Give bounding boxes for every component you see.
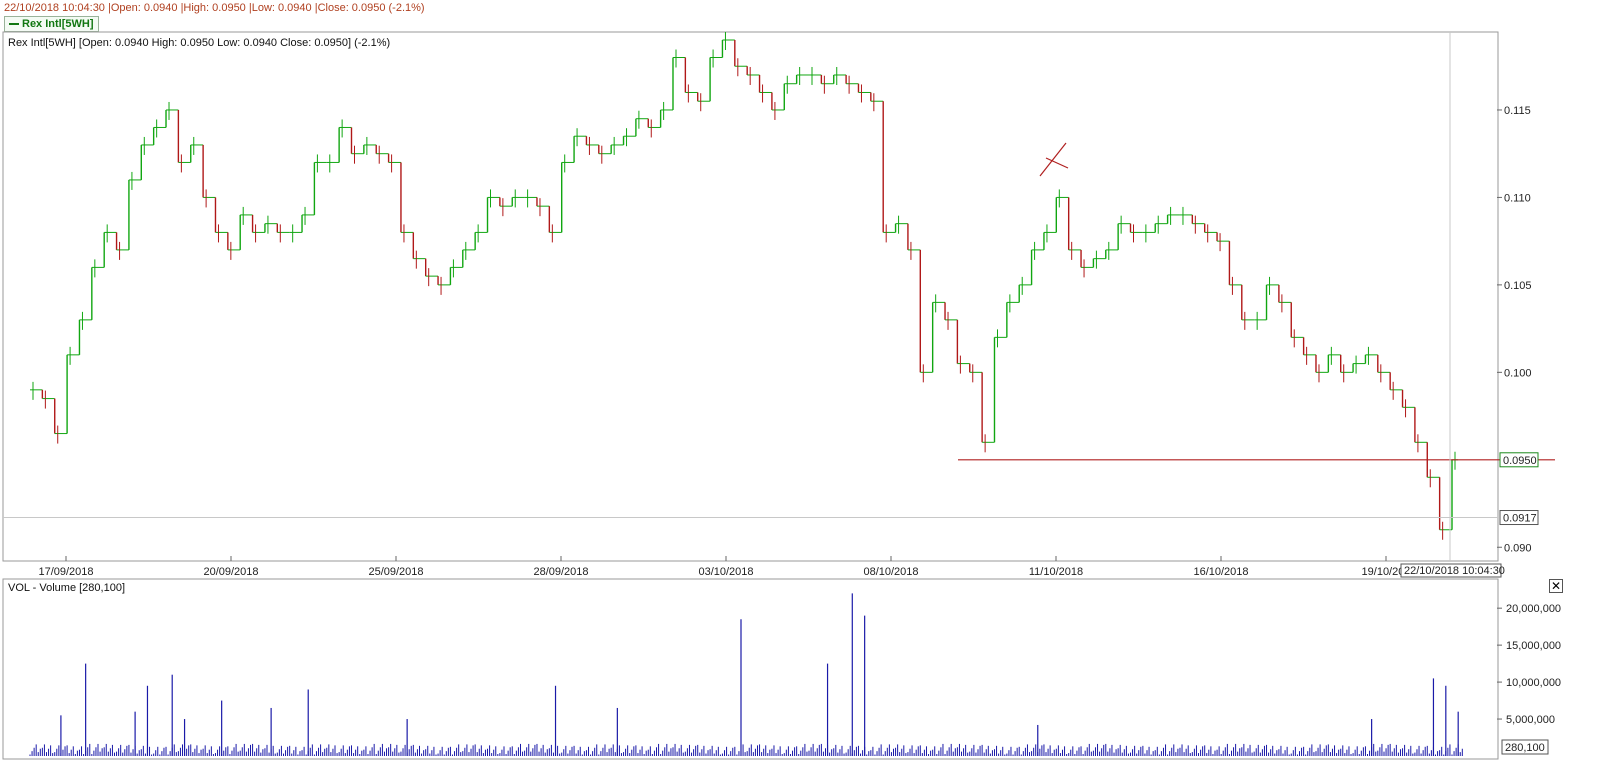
price-series: [30, 32, 1458, 540]
last-volume-label: 280,100: [1505, 742, 1545, 754]
volume-tick-label: 15,000,000: [1506, 640, 1561, 652]
last-price-label: 0.0950: [1503, 455, 1537, 467]
price-pane-frame: [2, 31, 1499, 562]
time-tick-label: 11/10/2018: [1029, 566, 1083, 578]
volume-series: [29, 593, 1463, 756]
price-tick-label: 0.090: [1504, 542, 1532, 554]
annotation-mark: [1039, 142, 1067, 177]
time-tick-label: 03/10/2018: [698, 566, 753, 578]
time-tick-label: 25/09/2018: [368, 566, 423, 578]
volume-pane-title: VOL - Volume [280,100]: [8, 582, 125, 594]
volume-tick-label: 5,000,000: [1506, 714, 1555, 726]
chart-canvas[interactable]: Rex Intl[5WH] [Open: 0.0940 High: 0.0950…: [0, 0, 1600, 784]
cursor-time-label: 22/10/2018 10:04:30: [1404, 565, 1505, 577]
volume-tick-label: 20,000,000: [1506, 603, 1561, 615]
price-tick-label: 0.115: [1504, 105, 1531, 117]
volume-tick-label: 10,000,000: [1506, 677, 1561, 689]
price-overlays: 0.0950 0.0917 22/10/2018 10:04:30: [3, 32, 1555, 578]
annotation-mark: [1045, 157, 1069, 169]
price-axis: 0.115 0.110 0.105 0.100 0.090: [1497, 105, 1532, 554]
time-axis: 17/09/2018 20/09/2018 25/09/2018 28/09/2018…: [38, 556, 1410, 578]
price-tick-label: 0.110: [1504, 192, 1531, 204]
price-pane-title: Rex Intl[5WH] [Open: 0.0940 High: 0.0950…: [8, 37, 390, 49]
close-pane-button[interactable]: ✕: [1549, 579, 1563, 593]
cursor-price-label: 0.0917: [1503, 513, 1537, 525]
price-tick-label: 0.105: [1504, 280, 1532, 292]
time-tick-label: 17/09/2018: [38, 566, 93, 578]
volume-axis: 20,000,000 15,000,000 10,000,000 5,000,000 2…: [1497, 603, 1561, 755]
time-tick-label: 28/09/2018: [533, 566, 588, 578]
price-tick-label: 0.100: [1504, 367, 1532, 379]
time-tick-label: 20/09/2018: [203, 566, 258, 578]
volume-pane-frame: [2, 578, 1499, 760]
time-tick-label: 16/10/2018: [1193, 566, 1248, 578]
time-tick-label: 08/10/2018: [863, 566, 918, 578]
